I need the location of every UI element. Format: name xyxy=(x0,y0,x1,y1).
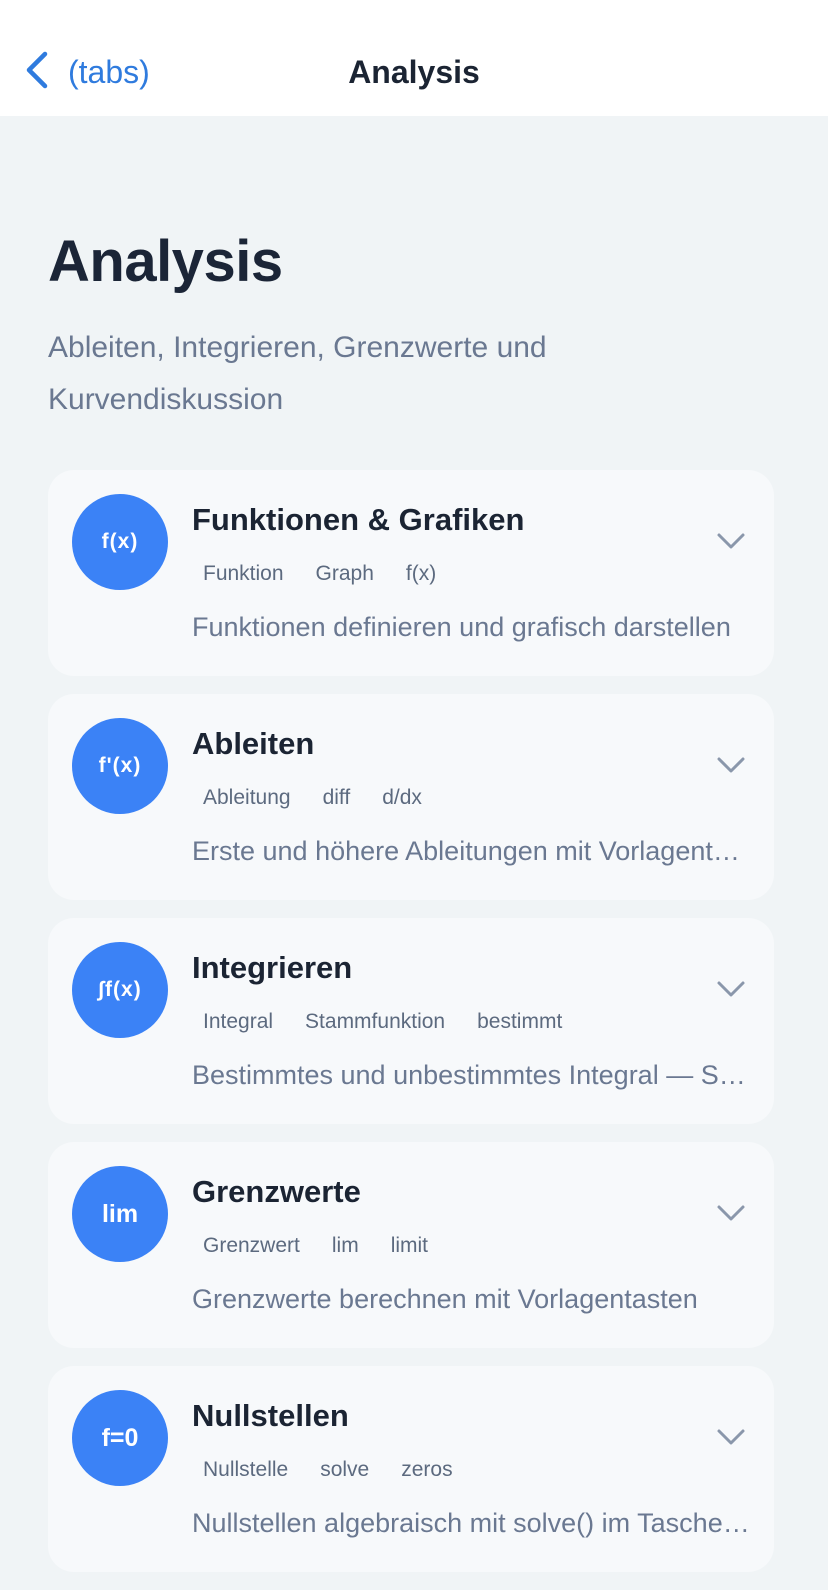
topic-card-integrieren[interactable]: ∫f(x) Integrieren Integral Stammfunktion… xyxy=(48,918,774,1124)
page-title: Analysis xyxy=(48,229,283,294)
page-subtitle: Ableiten, Integrieren, Grenzwerte und Ku… xyxy=(48,331,547,416)
tag: limit xyxy=(390,1234,429,1257)
topic-list: f(x) Funktionen & Grafiken Funktion Grap… xyxy=(48,470,774,1590)
card-title: Nullstellen xyxy=(192,1398,349,1433)
card-tags: Ableitung diff d/dx xyxy=(192,780,443,816)
card-tags: Funktion Graph f(x) xyxy=(192,556,457,592)
tag: diff xyxy=(322,786,351,809)
card-title: Funktionen & Grafiken xyxy=(192,502,525,537)
card-description: Erste und höhere Ableitungen mit Vorlage… xyxy=(192,836,752,866)
derivative-icon: f'(x) xyxy=(72,718,168,814)
tag: f(x) xyxy=(405,562,437,585)
card-tags: Grenzwert lim limit xyxy=(192,1228,449,1264)
tag: Nullstelle xyxy=(203,1458,289,1481)
zeros-icon: f=0 xyxy=(72,1390,168,1486)
topic-card-nullstellen[interactable]: f=0 Nullstellen Nullstelle solve zeros N… xyxy=(48,1366,774,1572)
chevron-down-icon[interactable] xyxy=(716,526,746,556)
tag: solve xyxy=(320,1458,370,1481)
card-description: Bestimmtes und unbestimmtes Integral — S… xyxy=(192,1060,752,1090)
nav-title: Analysis xyxy=(348,54,480,90)
navigation-bar: (tabs) Analysis xyxy=(0,0,828,116)
tag: Ableitung xyxy=(203,786,291,809)
tag: lim xyxy=(331,1234,359,1257)
tag: zeros xyxy=(401,1458,453,1481)
tag: Stammfunktion xyxy=(305,1010,446,1033)
card-title: Grenzwerte xyxy=(192,1174,361,1209)
tag: Funktion xyxy=(203,562,284,585)
chevron-down-icon[interactable] xyxy=(716,974,746,1004)
tag: Integral xyxy=(203,1010,274,1033)
topic-card-funktionen[interactable]: f(x) Funktionen & Grafiken Funktion Grap… xyxy=(48,470,774,676)
card-title: Ableiten xyxy=(192,726,315,761)
card-tags: Integral Stammfunktion bestimmt xyxy=(192,1004,583,1040)
chevron-down-icon[interactable] xyxy=(716,1422,746,1452)
card-description: Nullstellen algebraisch mit solve() im T… xyxy=(192,1508,752,1538)
card-tags: Nullstelle solve zeros xyxy=(192,1452,474,1488)
function-icon: f(x) xyxy=(72,494,168,590)
tag: bestimmt xyxy=(477,1010,563,1033)
tag: Grenzwert xyxy=(203,1234,300,1257)
topic-card-ableiten[interactable]: f'(x) Ableiten Ableitung diff d/dx Erste… xyxy=(48,694,774,900)
card-title: Integrieren xyxy=(192,950,353,985)
card-description: Funktionen definieren und grafisch darst… xyxy=(192,612,731,642)
card-description: Grenzwerte berechnen mit Vorlagentasten xyxy=(192,1284,698,1314)
tag: Graph xyxy=(315,562,374,585)
chevron-down-icon[interactable] xyxy=(716,750,746,780)
integral-icon: ∫f(x) xyxy=(72,942,168,1038)
chevron-down-icon[interactable] xyxy=(716,1198,746,1228)
tag: d/dx xyxy=(382,786,422,809)
topic-card-grenzwerte[interactable]: lim Grenzwerte Grenzwert lim limit Grenz… xyxy=(48,1142,774,1348)
limit-icon: lim xyxy=(72,1166,168,1262)
